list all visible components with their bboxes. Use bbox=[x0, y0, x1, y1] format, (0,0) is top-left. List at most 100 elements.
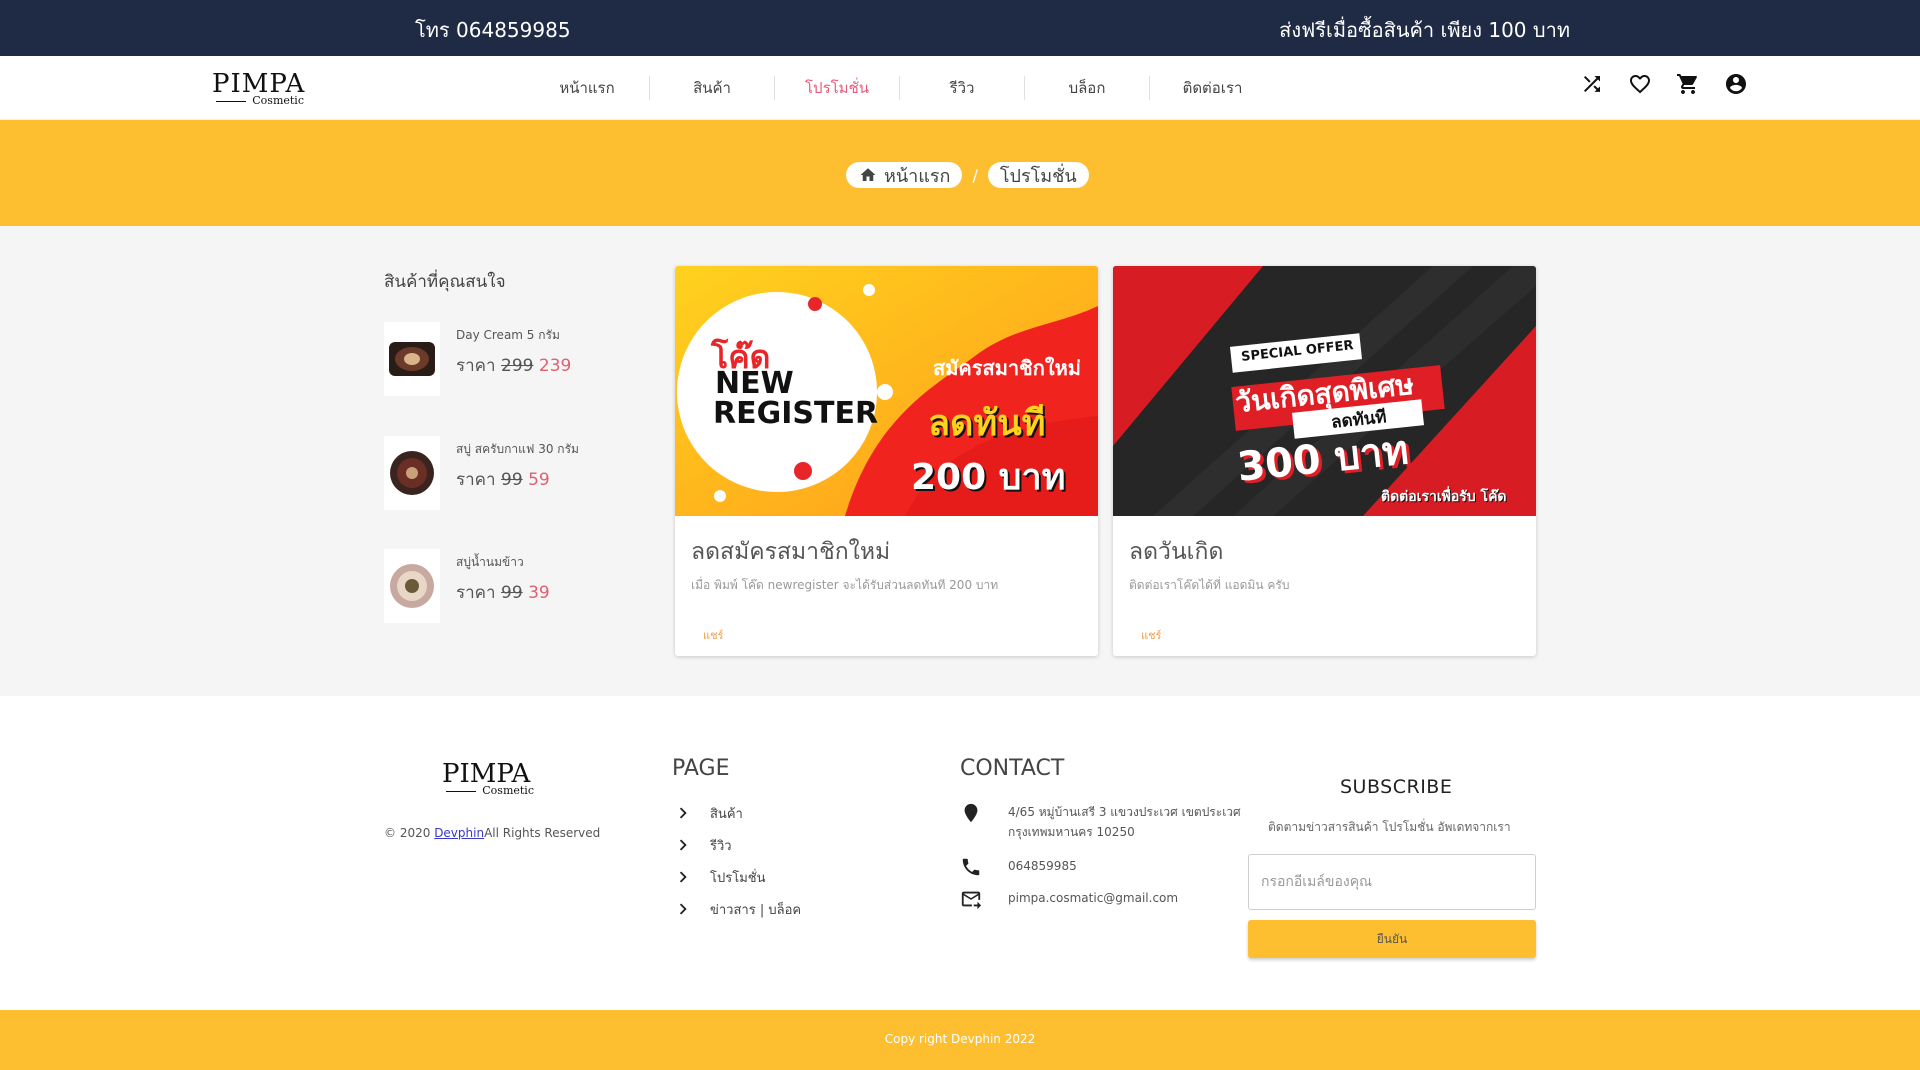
breadcrumb-current: โปรโมชั่น bbox=[987, 162, 1089, 188]
price-label: ราคา bbox=[456, 583, 496, 603]
menu-item-contact[interactable]: ติดต่อเรา bbox=[1150, 76, 1275, 100]
sidebar-product[interactable]: Day Cream 5 กรัม ราคา 299 239 bbox=[384, 322, 624, 398]
email-text: pimpa.cosmatic@gmail.com bbox=[1008, 891, 1179, 905]
menu-item-reviews[interactable]: รีวิว bbox=[900, 76, 1025, 100]
top-phone: โทร 064859985 bbox=[415, 18, 571, 42]
menu-item-home[interactable]: หน้าแรก bbox=[525, 76, 650, 100]
product-price: ราคา 99 39 bbox=[456, 579, 550, 606]
promo-description: ติดต่อเราโค๊ดได้ที่ แอดมิน ครับ bbox=[1129, 578, 1290, 592]
footer-link-label: รีวิว bbox=[710, 838, 732, 854]
old-price: 99 bbox=[501, 583, 523, 603]
promo-description: เมื่อ พิมพ์ โค๊ด newregister จะได้รับส่ว… bbox=[691, 578, 999, 592]
brand-sub: Cosmetic bbox=[252, 94, 304, 107]
footer-link-products[interactable]: สินค้า bbox=[672, 802, 743, 824]
nav-icons bbox=[1580, 72, 1748, 96]
footer-link-label: โปรโมชั่น bbox=[710, 870, 766, 886]
breadcrumb: หน้าแรก / โปรโมชั่น bbox=[846, 162, 1089, 188]
breadcrumb-home-label: หน้าแรก bbox=[884, 165, 951, 187]
product-name: สบู่น้ำนมข้าว bbox=[456, 555, 524, 569]
phone-text: 064859985 bbox=[1008, 859, 1077, 873]
banner-amount: 200 บาท bbox=[911, 457, 1066, 498]
product-price: ราคา 99 59 bbox=[456, 466, 550, 493]
footer-brand-sub: Cosmetic bbox=[482, 784, 534, 797]
promo-banner-image[interactable]: SPECIAL OFFER วันเกิดสุดพิเศษ ลดทันที 30… bbox=[1113, 266, 1536, 516]
banner-discount: ลดทันที bbox=[928, 403, 1046, 444]
add-location-icon bbox=[964, 803, 978, 823]
page-heading: PAGE bbox=[672, 756, 730, 781]
breadcrumb-home[interactable]: หน้าแรก bbox=[846, 162, 963, 188]
top-bar: โทร 064859985 ส่งฟรีเมื่อซื้อสินค้า เพีย… bbox=[0, 0, 1920, 56]
footer-link-promotions[interactable]: โปรโมชั่น bbox=[672, 866, 765, 888]
old-price: 299 bbox=[501, 356, 534, 376]
footer-link-blog[interactable]: ข่าวสาร | บล็อค bbox=[672, 898, 801, 920]
copyright-suffix: All Rights Reserved bbox=[484, 826, 601, 840]
price-label: ราคา bbox=[456, 470, 496, 490]
price-label: ราคา bbox=[456, 356, 496, 376]
product-name: Day Cream 5 กรัม bbox=[456, 328, 560, 342]
banner-line2: REGISTER bbox=[713, 396, 879, 431]
footer-brand-name: PIMPA bbox=[442, 759, 531, 789]
promotions-section: สินค้าที่คุณสนใจ Day Cream 5 กรัม ราคา 2… bbox=[0, 226, 1920, 696]
banner-contact: ติดต่อเราเพื่อรับ โค๊ด bbox=[1381, 489, 1507, 505]
footer-link-label: สินค้า bbox=[710, 806, 743, 822]
cart-icon[interactable] bbox=[1676, 72, 1700, 96]
shuffle-icon[interactable] bbox=[1580, 72, 1604, 96]
chevron-right-icon bbox=[679, 903, 687, 915]
logo-underline bbox=[216, 101, 246, 102]
sidebar-product[interactable]: สบู่น้ำนมข้าว ราคา 99 39 bbox=[384, 549, 624, 625]
subscribe-description: ติดตามข่าวสารสินค้า โปรโมชั่น อัพเดทจากเ… bbox=[1268, 820, 1511, 834]
menu: หน้าแรก สินค้า โปรโมชั่น รีวิว บล็อก ติด… bbox=[525, 76, 1275, 100]
forward-mail-icon bbox=[961, 891, 982, 910]
footer: PIMPA Cosmetic © 2020 DevphinAll Rights … bbox=[0, 696, 1920, 1010]
contact-email: pimpa.cosmatic@gmail.com bbox=[960, 888, 1178, 910]
banner-tagline: สมัครสมาชิกใหม่ bbox=[933, 356, 1081, 380]
breadcrumb-separator: / bbox=[972, 165, 978, 185]
subscribe-heading: SUBSCRIBE bbox=[1340, 776, 1453, 798]
heart-icon[interactable] bbox=[1628, 72, 1652, 96]
subscribe-submit-button[interactable]: ยืนยัน bbox=[1248, 920, 1536, 958]
product-name: สบู่ สครับกาแฟ 30 กรัม bbox=[456, 442, 579, 456]
copyright-link[interactable]: Devphin bbox=[434, 826, 484, 840]
address-text: 4/65 หมู่บ้านเสรี 3 แขวงประเวศ เขตประเวศ… bbox=[1008, 805, 1241, 839]
brand-name: PIMPA bbox=[212, 69, 306, 99]
phone-icon bbox=[962, 858, 980, 876]
share-button[interactable]: แชร์ bbox=[1141, 626, 1161, 644]
product-thumbnail bbox=[384, 436, 440, 510]
chevron-right-icon bbox=[679, 839, 687, 851]
breadcrumb-current-label: โปรโมชั่น bbox=[999, 165, 1077, 187]
brand-logo[interactable]: PIMPA Cosmetic bbox=[212, 69, 306, 108]
footer-link-reviews[interactable]: รีวิว bbox=[672, 834, 732, 856]
promo-card[interactable]: โค๊ด NEW REGISTER สมัครสมาชิกใหม่ ลดทันท… bbox=[675, 266, 1098, 656]
old-price: 99 bbox=[501, 470, 523, 490]
bottom-copyright: Copy right Devphin 2022 bbox=[884, 1032, 1036, 1046]
menu-item-promotions[interactable]: โปรโมชั่น bbox=[775, 76, 900, 100]
contact-address: 4/65 หมู่บ้านเสรี 3 แขวงประเวศ เขตประเวศ… bbox=[960, 802, 1248, 842]
contact-heading: CONTACT bbox=[960, 756, 1065, 781]
product-thumbnail bbox=[384, 549, 440, 623]
free-shipping-notice: ส่งฟรีเมื่อซื้อสินค้า เพียง 100 บาท bbox=[1279, 18, 1570, 42]
promo-card[interactable]: SPECIAL OFFER วันเกิดสุดพิเศษ ลดทันที 30… bbox=[1113, 266, 1536, 656]
home-icon bbox=[860, 168, 876, 181]
copyright: © 2020 DevphinAll Rights Reserved bbox=[384, 826, 600, 840]
main-nav: PIMPA Cosmetic หน้าแรก สินค้า โปรโมชั่น … bbox=[0, 56, 1920, 120]
page-banner: หน้าแรก / โปรโมชั่น bbox=[0, 120, 1920, 226]
sidebar-title: สินค้าที่คุณสนใจ bbox=[384, 272, 506, 292]
sale-price: 39 bbox=[528, 583, 550, 603]
share-button[interactable]: แชร์ bbox=[703, 626, 723, 644]
menu-item-products[interactable]: สินค้า bbox=[650, 76, 775, 100]
product-price: ราคา 299 239 bbox=[456, 352, 571, 379]
sale-price: 59 bbox=[528, 470, 550, 490]
promo-banner-image[interactable]: โค๊ด NEW REGISTER สมัครสมาชิกใหม่ ลดทันท… bbox=[675, 266, 1098, 516]
copyright-prefix: © 2020 bbox=[384, 826, 431, 840]
menu-item-blog[interactable]: บล็อก bbox=[1025, 76, 1150, 100]
subscribe-email-input[interactable] bbox=[1248, 854, 1536, 910]
chevron-right-icon bbox=[679, 871, 687, 883]
sidebar-product[interactable]: สบู่ สครับกาแฟ 30 กรัม ราคา 99 59 bbox=[384, 436, 624, 512]
promo-title: ลดสมัครสมาชิกใหม่ bbox=[691, 539, 891, 565]
promo-title: ลดวันเกิด bbox=[1129, 539, 1224, 565]
footer-logo[interactable]: PIMPA Cosmetic bbox=[442, 759, 534, 798]
account-icon[interactable] bbox=[1724, 72, 1748, 96]
footer-link-label: ข่าวสาร | บล็อค bbox=[710, 902, 802, 918]
contact-phone: 064859985 bbox=[960, 856, 1077, 878]
chevron-right-icon bbox=[679, 807, 687, 819]
